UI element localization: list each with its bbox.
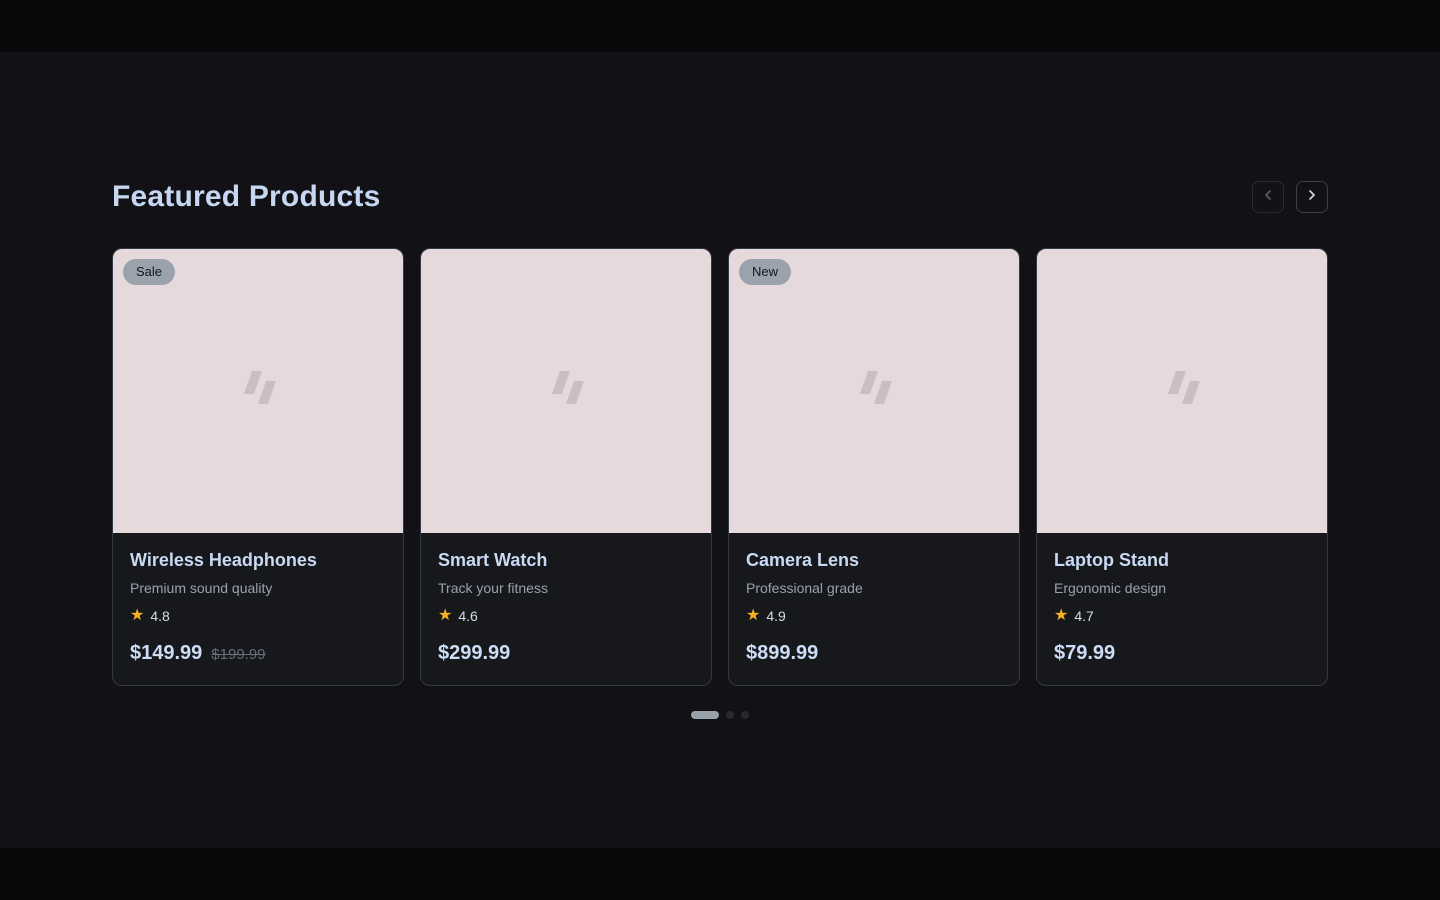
product-info: Camera Lens Professional grade ★ 4.9 $89… <box>729 533 1019 685</box>
product-pricing: $149.99 $199.99 <box>130 642 386 665</box>
product-carousel: Sale Wireless Headphones Premium sound q… <box>112 248 1328 686</box>
section-header: Featured Products <box>112 180 1328 214</box>
star-icon: ★ <box>1054 608 1068 624</box>
product-description: Professional grade <box>746 580 1002 596</box>
pagination-dot-1[interactable] <box>691 711 719 719</box>
product-rating: ★ 4.7 <box>1054 608 1310 624</box>
product-image-placeholder: Sale <box>113 249 403 533</box>
bottom-bar <box>0 848 1440 900</box>
pagination-dot-3[interactable] <box>741 711 749 719</box>
image-placeholder-icon <box>851 368 897 415</box>
product-name: Smart Watch <box>438 550 694 571</box>
star-icon: ★ <box>438 608 452 624</box>
current-price: $149.99 <box>130 642 202 665</box>
current-price: $899.99 <box>746 642 818 665</box>
product-pricing: $899.99 <box>746 642 1002 665</box>
new-badge: New <box>739 259 791 285</box>
carousel-prev-button[interactable] <box>1252 181 1284 213</box>
featured-products-section: Featured Products Sale Wi <box>112 0 1328 719</box>
product-description: Track your fitness <box>438 580 694 596</box>
product-card[interactable]: Smart Watch Track your fitness ★ 4.6 $29… <box>420 248 712 686</box>
carousel-nav <box>1252 181 1328 213</box>
top-navigation-bar <box>0 0 1440 52</box>
pagination-dot-2[interactable] <box>726 711 734 719</box>
product-rating: ★ 4.9 <box>746 608 1002 624</box>
product-info: Laptop Stand Ergonomic design ★ 4.7 $79.… <box>1037 533 1327 685</box>
product-name: Laptop Stand <box>1054 550 1310 571</box>
product-image-placeholder <box>1037 249 1327 533</box>
product-rating: ★ 4.8 <box>130 608 386 624</box>
original-price: $199.99 <box>211 646 265 663</box>
page-title: Featured Products <box>112 180 380 214</box>
product-card[interactable]: Laptop Stand Ergonomic design ★ 4.7 $79.… <box>1036 248 1328 686</box>
image-placeholder-icon <box>543 368 589 415</box>
rating-value: 4.8 <box>150 608 169 624</box>
chevron-right-icon <box>1304 187 1320 208</box>
product-info: Smart Watch Track your fitness ★ 4.6 $29… <box>421 533 711 685</box>
star-icon: ★ <box>746 608 760 624</box>
current-price: $79.99 <box>1054 642 1115 665</box>
product-image-placeholder <box>421 249 711 533</box>
product-info: Wireless Headphones Premium sound qualit… <box>113 533 403 685</box>
rating-value: 4.7 <box>1074 608 1093 624</box>
product-pricing: $299.99 <box>438 642 694 665</box>
product-rating: ★ 4.6 <box>438 608 694 624</box>
rating-value: 4.9 <box>766 608 785 624</box>
star-icon: ★ <box>130 608 144 624</box>
chevron-left-icon <box>1260 187 1276 208</box>
carousel-pagination <box>112 711 1328 719</box>
product-image-placeholder: New <box>729 249 1019 533</box>
rating-value: 4.6 <box>458 608 477 624</box>
sale-badge: Sale <box>123 259 175 285</box>
product-name: Camera Lens <box>746 550 1002 571</box>
carousel-next-button[interactable] <box>1296 181 1328 213</box>
product-card[interactable]: Sale Wireless Headphones Premium sound q… <box>112 248 404 686</box>
product-card[interactable]: New Camera Lens Professional grade ★ 4.9… <box>728 248 1020 686</box>
product-pricing: $79.99 <box>1054 642 1310 665</box>
product-description: Ergonomic design <box>1054 580 1310 596</box>
image-placeholder-icon <box>235 368 281 415</box>
product-name: Wireless Headphones <box>130 550 386 571</box>
image-placeholder-icon <box>1159 368 1205 415</box>
product-description: Premium sound quality <box>130 580 386 596</box>
current-price: $299.99 <box>438 642 510 665</box>
